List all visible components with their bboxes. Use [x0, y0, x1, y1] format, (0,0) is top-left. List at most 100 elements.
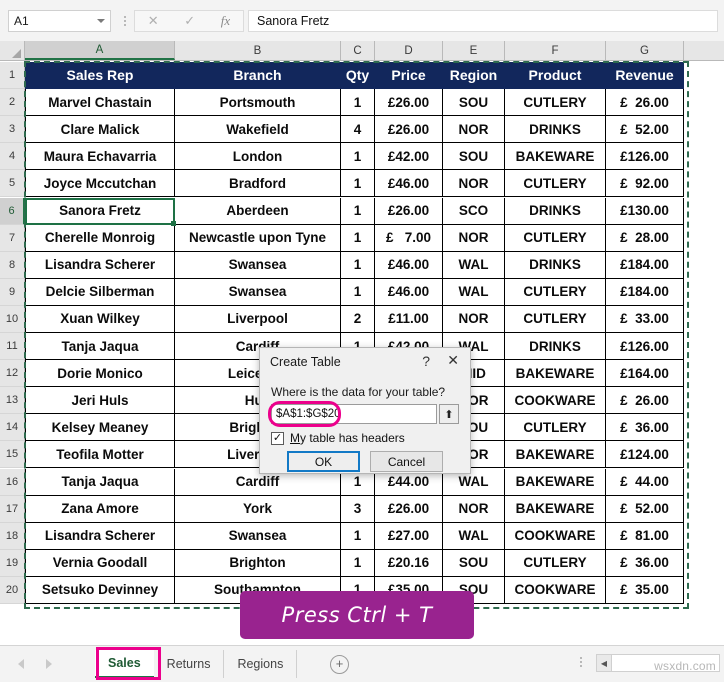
row-header-12[interactable]: 12	[0, 360, 25, 388]
data-cell[interactable]: Tanja Jaqua	[25, 333, 175, 361]
row-header-3[interactable]: 3	[0, 116, 25, 144]
data-cell[interactable]: DRINKS	[505, 197, 606, 225]
data-cell[interactable]: Sanora Fretz	[25, 197, 175, 225]
data-cell[interactable]: £ 36.00	[606, 549, 684, 577]
data-cell[interactable]: DRINKS	[505, 333, 606, 361]
data-cell[interactable]: £ 92.00	[606, 170, 684, 198]
data-cell[interactable]: 1	[341, 143, 375, 171]
sheet-tab-sales[interactable]: Sales	[95, 650, 154, 678]
headers-checkbox-row[interactable]: ✓ My table has headers	[271, 431, 405, 445]
column-header-e[interactable]: E	[443, 41, 505, 60]
header-cell[interactable]: Product	[505, 62, 606, 90]
select-all-corner[interactable]	[0, 41, 25, 60]
data-cell[interactable]: NOR	[443, 224, 505, 252]
data-cell[interactable]: BAKEWARE	[505, 468, 606, 496]
data-cell[interactable]: £20.16	[375, 549, 443, 577]
data-cell[interactable]: £ 52.00	[606, 116, 684, 144]
data-cell[interactable]: Delcie Silberman	[25, 278, 175, 306]
data-cell[interactable]: DRINKS	[505, 116, 606, 144]
data-cell[interactable]: £27.00	[375, 522, 443, 550]
data-cell[interactable]: £ 44.00	[606, 468, 684, 496]
row-header-10[interactable]: 10	[0, 305, 25, 333]
data-cell[interactable]: NOR	[443, 305, 505, 333]
data-cell[interactable]: Maura Echavarria	[25, 143, 175, 171]
header-cell[interactable]: Sales Rep	[25, 62, 175, 90]
scroll-left-icon[interactable]: ◀	[597, 655, 612, 671]
data-cell[interactable]: 1	[341, 522, 375, 550]
data-cell[interactable]: £ 26.00	[606, 387, 684, 415]
data-cell[interactable]: £184.00	[606, 251, 684, 279]
data-cell[interactable]: SOU	[443, 143, 505, 171]
data-cell[interactable]: 1	[341, 224, 375, 252]
data-cell[interactable]: Marvel Chastain	[25, 89, 175, 117]
data-cell[interactable]: 4	[341, 116, 375, 144]
data-cell[interactable]: £ 35.00	[606, 576, 684, 604]
data-cell[interactable]: CUTLERY	[505, 89, 606, 117]
column-header-b[interactable]: B	[175, 41, 341, 60]
data-cell[interactable]: WAL	[443, 251, 505, 279]
data-cell[interactable]: £164.00	[606, 360, 684, 388]
data-cell[interactable]: £11.00	[375, 305, 443, 333]
data-cell[interactable]: York	[175, 495, 341, 523]
data-cell[interactable]: Aberdeen	[175, 197, 341, 225]
data-cell[interactable]: £124.00	[606, 441, 684, 469]
header-cell[interactable]: Revenue	[606, 62, 684, 90]
data-cell[interactable]: Vernia Goodall	[25, 549, 175, 577]
row-header-1[interactable]: 1	[0, 62, 25, 90]
row-header-6[interactable]: 6	[0, 197, 25, 225]
data-cell[interactable]: NOR	[443, 116, 505, 144]
data-cell[interactable]: 2	[341, 305, 375, 333]
cancel-button[interactable]: Cancel	[370, 451, 443, 472]
data-cell[interactable]: COOKWARE	[505, 576, 606, 604]
data-cell[interactable]: CUTLERY	[505, 170, 606, 198]
data-cell[interactable]: CUTLERY	[505, 549, 606, 577]
data-cell[interactable]: Newcastle upon Tyne	[175, 224, 341, 252]
row-header-9[interactable]: 9	[0, 278, 25, 306]
data-cell[interactable]: 1	[341, 170, 375, 198]
data-cell[interactable]: WAL	[443, 278, 505, 306]
arrow-left-icon[interactable]	[18, 659, 24, 669]
data-cell[interactable]: Bradford	[175, 170, 341, 198]
close-icon[interactable]: ✕	[447, 353, 459, 367]
check-icon[interactable]: ✓	[184, 14, 195, 27]
sheet-tab-returns[interactable]: Returns	[154, 650, 225, 678]
data-cell[interactable]: £46.00	[375, 278, 443, 306]
checkbox-icon[interactable]: ✓	[271, 431, 284, 445]
data-cell[interactable]: Setsuko Devinney	[25, 576, 175, 604]
data-cell[interactable]: WAL	[443, 522, 505, 550]
row-header-5[interactable]: 5	[0, 170, 25, 198]
formula-input[interactable]: Sanora Fretz	[248, 9, 718, 32]
row-header-18[interactable]: 18	[0, 522, 25, 550]
data-cell[interactable]: £ 26.00	[606, 89, 684, 117]
data-cell[interactable]: £46.00	[375, 251, 443, 279]
ok-button[interactable]: OK	[287, 451, 360, 472]
row-header-11[interactable]: 11	[0, 333, 25, 361]
data-cell[interactable]: CUTLERY	[505, 305, 606, 333]
data-cell[interactable]: £130.00	[606, 197, 684, 225]
data-cell[interactable]: 3	[341, 495, 375, 523]
data-cell[interactable]: £126.00	[606, 143, 684, 171]
column-header-c[interactable]: C	[341, 41, 375, 60]
data-cell[interactable]: £126.00	[606, 333, 684, 361]
data-cell[interactable]: Liverpool	[175, 305, 341, 333]
data-cell[interactable]: 1	[341, 251, 375, 279]
name-box[interactable]: A1	[8, 9, 111, 32]
data-cell[interactable]: BAKEWARE	[505, 441, 606, 469]
data-cell[interactable]: Swansea	[175, 278, 341, 306]
row-header-2[interactable]: 2	[0, 89, 25, 117]
data-cell[interactable]: 1	[341, 278, 375, 306]
data-cell[interactable]: Xuan Wilkey	[25, 305, 175, 333]
data-cell[interactable]: £26.00	[375, 89, 443, 117]
header-cell[interactable]: Qty	[341, 62, 375, 90]
data-cell[interactable]: Tanja Jaqua	[25, 468, 175, 496]
row-header-13[interactable]: 13	[0, 387, 25, 415]
data-cell[interactable]: £ 7.00	[375, 224, 443, 252]
data-cell[interactable]: Portsmouth	[175, 89, 341, 117]
data-cell[interactable]: 1	[341, 549, 375, 577]
data-cell[interactable]: Zana Amore	[25, 495, 175, 523]
data-cell[interactable]: £ 52.00	[606, 495, 684, 523]
data-cell[interactable]: £ 36.00	[606, 414, 684, 442]
help-icon[interactable]: ?	[422, 353, 430, 369]
data-cell[interactable]: Kelsey Meaney	[25, 414, 175, 442]
data-cell[interactable]: SOU	[443, 89, 505, 117]
